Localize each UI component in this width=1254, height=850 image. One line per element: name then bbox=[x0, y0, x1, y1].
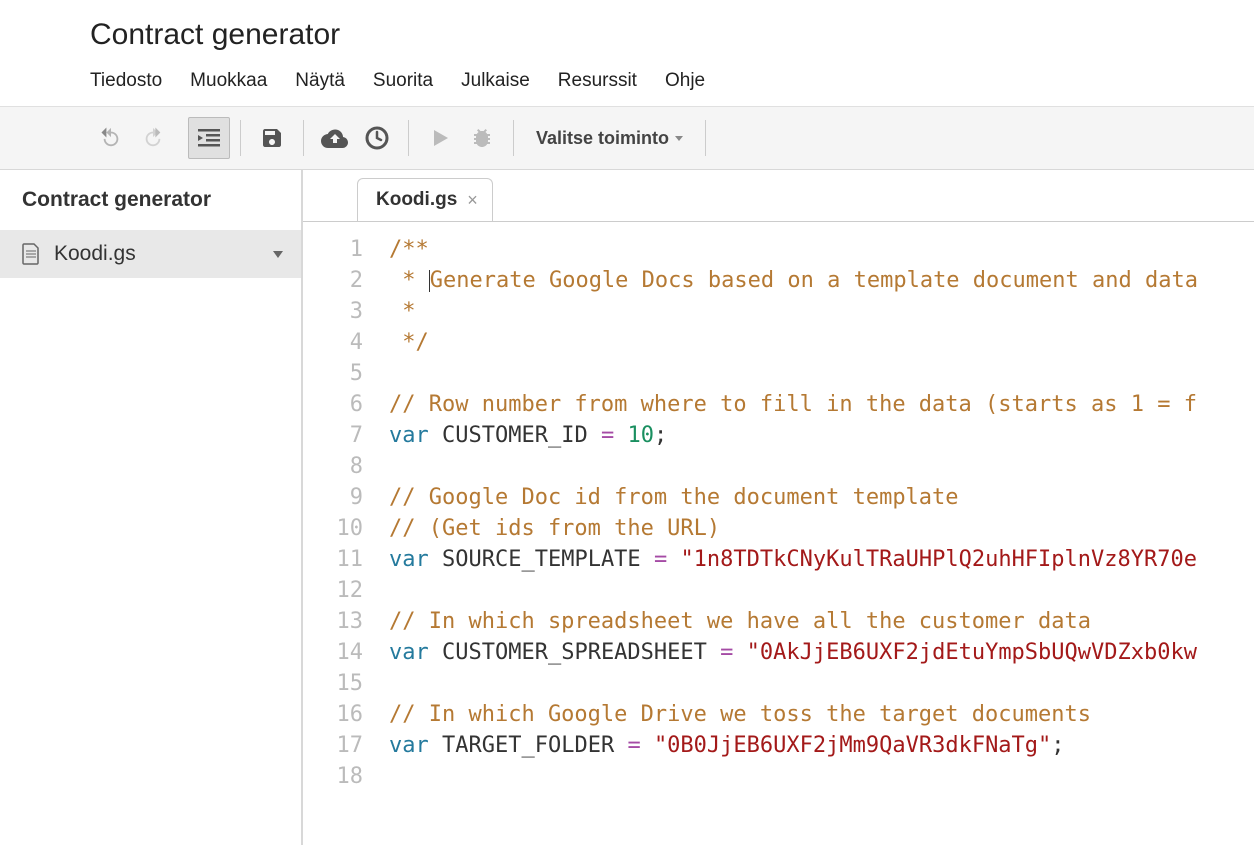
line-gutter: 123456789101112131415161718 bbox=[303, 222, 375, 845]
save-button[interactable] bbox=[251, 117, 293, 159]
sidebar-project-name: Contract generator bbox=[0, 170, 301, 230]
code-content[interactable]: /** * Generate Google Docs based on a te… bbox=[375, 222, 1254, 845]
sidebar-file-item[interactable]: Koodi.gs bbox=[0, 230, 301, 278]
code-editor[interactable]: 123456789101112131415161718 /** * Genera… bbox=[303, 221, 1254, 845]
toolbar-separator bbox=[705, 120, 706, 156]
sidebar: Contract generator Koodi.gs bbox=[0, 170, 303, 845]
tabs: Koodi.gs × bbox=[303, 170, 1254, 221]
workspace: Contract generator Koodi.gs Koodi.gs × 1… bbox=[0, 170, 1254, 845]
menu-help[interactable]: Ohje bbox=[665, 70, 705, 92]
menu-view[interactable]: Näytä bbox=[295, 70, 345, 92]
toolbar-separator bbox=[408, 120, 409, 156]
cloud-upload-icon bbox=[321, 127, 349, 149]
save-icon bbox=[260, 126, 284, 150]
tab-label: Koodi.gs bbox=[376, 189, 457, 211]
menu-edit[interactable]: Muokkaa bbox=[190, 70, 267, 92]
play-icon bbox=[430, 128, 450, 148]
run-button[interactable] bbox=[419, 117, 461, 159]
function-select[interactable]: Valitse toiminto bbox=[524, 128, 695, 149]
header: Contract generator Tiedosto Muokkaa Näyt… bbox=[0, 0, 1254, 106]
menu-file[interactable]: Tiedosto bbox=[90, 70, 162, 92]
clock-icon bbox=[365, 126, 389, 150]
menubar: Tiedosto Muokkaa Näytä Suorita Julkaise … bbox=[90, 70, 1254, 106]
tab[interactable]: Koodi.gs × bbox=[357, 178, 493, 221]
triggers-button[interactable] bbox=[356, 117, 398, 159]
toolbar: Valitse toiminto bbox=[0, 106, 1254, 170]
file-icon bbox=[22, 243, 40, 265]
editor-area: Koodi.gs × 123456789101112131415161718 /… bbox=[303, 170, 1254, 845]
redo-icon bbox=[142, 127, 164, 149]
close-icon[interactable]: × bbox=[467, 190, 478, 211]
menu-run[interactable]: Suorita bbox=[373, 70, 433, 92]
function-select-label: Valitse toiminto bbox=[536, 128, 669, 149]
indent-button[interactable] bbox=[188, 117, 230, 159]
deploy-button[interactable] bbox=[314, 117, 356, 159]
undo-icon bbox=[100, 127, 122, 149]
menu-resources[interactable]: Resurssit bbox=[558, 70, 637, 92]
toolbar-separator bbox=[240, 120, 241, 156]
toolbar-separator bbox=[513, 120, 514, 156]
debug-button[interactable] bbox=[461, 117, 503, 159]
sidebar-file-name: Koodi.gs bbox=[54, 242, 136, 266]
project-title[interactable]: Contract generator bbox=[90, 18, 1254, 52]
undo-button[interactable] bbox=[90, 117, 132, 159]
redo-button[interactable] bbox=[132, 117, 174, 159]
bug-icon bbox=[470, 126, 494, 150]
menu-publish[interactable]: Julkaise bbox=[461, 70, 530, 92]
chevron-down-icon[interactable] bbox=[273, 251, 283, 258]
indent-icon bbox=[198, 129, 220, 147]
toolbar-separator bbox=[303, 120, 304, 156]
